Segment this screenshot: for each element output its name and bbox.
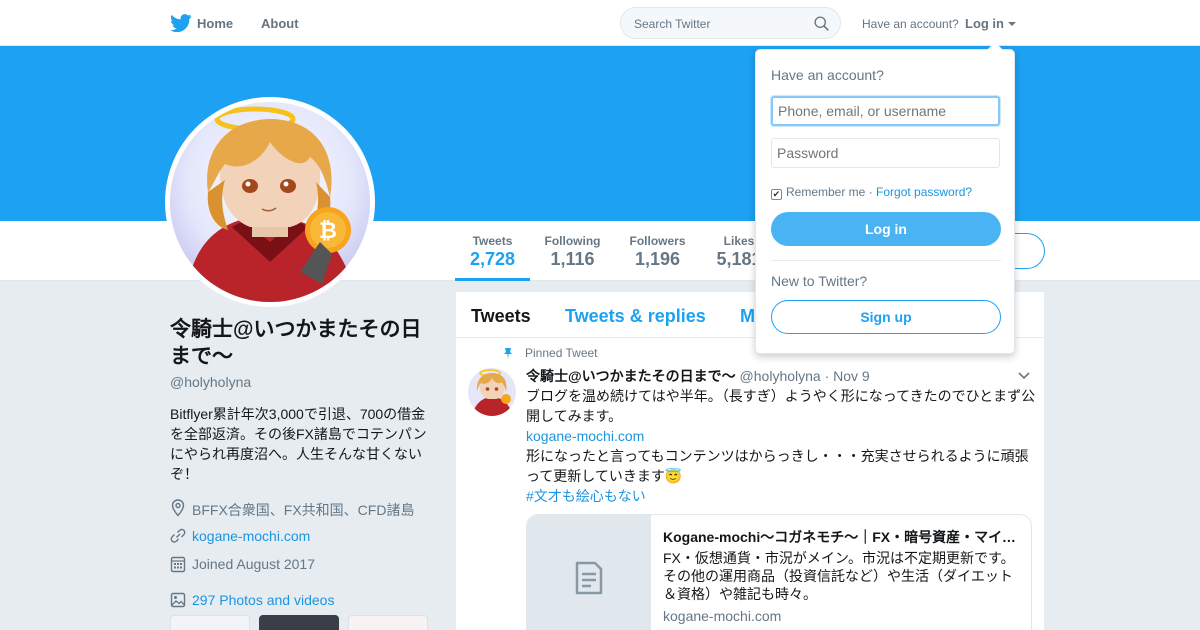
photo-thumbnail[interactable] [170, 615, 250, 630]
tweet-author-handle[interactable]: @holyholyna [740, 368, 821, 384]
tweet-text-line: 形になったと言ってもコンテンツはからっきし・・・充実させられるように頑張って更新… [526, 446, 1036, 486]
remember-me-checkbox[interactable]: ✔ [771, 189, 782, 200]
calendar-icon [170, 556, 186, 573]
new-to-twitter-text: New to Twitter? [771, 273, 868, 289]
avatar-illustration: ₿ [170, 102, 370, 302]
website-link[interactable]: kogane-mochi.com [192, 528, 310, 544]
login-dropdown: Have an account? ✔ Remember me · Forgot p… [755, 42, 1015, 354]
tweet-avatar[interactable] [468, 368, 516, 416]
tab-tweets[interactable]: Tweets [471, 306, 531, 327]
dropdown-title: Have an account? [771, 67, 884, 83]
search-icon[interactable] [813, 15, 830, 32]
tweet-link[interactable]: kogane-mochi.com [526, 426, 1036, 446]
stat-tweets[interactable]: Tweets 2,728 [455, 221, 530, 281]
tab-media[interactable]: M [740, 306, 755, 327]
location-text: BFFX合衆国、FX共和国、CFD諸島 [192, 502, 415, 518]
have-account-text: Have an account? [862, 17, 959, 31]
profile-avatar[interactable]: ₿ [165, 97, 375, 307]
dropdown-divider [771, 260, 1001, 261]
card-image-placeholder [527, 515, 651, 630]
card-title: Kogane-mochi〜コガネモチ〜｜FX・暗号資産・マイナー投資 [663, 529, 1023, 545]
stat-value: 2,728 [469, 249, 516, 269]
stat-label: Following [544, 234, 601, 248]
link-preview-card[interactable]: Kogane-mochi〜コガネモチ〜｜FX・暗号資産・マイナー投資 FX・仮想… [526, 514, 1032, 630]
nav-home-link[interactable]: Home [197, 16, 233, 31]
stat-label: Tweets [472, 234, 513, 248]
top-navigation-bar: Home About Search Twitter Have an accoun… [0, 0, 1200, 46]
tweet-avatar-illustration [468, 368, 516, 416]
username-input[interactable] [771, 96, 1000, 126]
document-icon [575, 561, 603, 595]
remember-me-label[interactable]: Remember me [786, 185, 865, 199]
tweet-date[interactable]: · Nov 9 [825, 368, 870, 384]
pinned-label: Pinned Tweet [525, 346, 598, 360]
tweet-author-name[interactable]: 令騎士@いつかまたその日まで〜 [526, 368, 736, 384]
stat-followers[interactable]: Followers 1,196 [620, 221, 695, 281]
tweet-text: ブログを温め続けてはや半年。（長すぎ）ようやく形になってきたのでひとまず公開して… [526, 386, 1036, 506]
caret-down-icon[interactable] [1008, 22, 1016, 26]
photo-thumbnail[interactable] [259, 615, 339, 630]
profile-name[interactable]: 令騎士@いつかまたその日まで〜 [170, 316, 440, 370]
location-pin-icon [171, 499, 185, 517]
search-input[interactable]: Search Twitter [620, 7, 841, 39]
signup-button[interactable]: Sign up [771, 300, 1001, 334]
photo-thumbnail[interactable] [348, 615, 428, 630]
smiling-halo-emoji-icon: 😇 [664, 468, 683, 484]
link-icon [170, 528, 186, 543]
nav-about-link[interactable]: About [261, 16, 299, 31]
pin-icon [504, 348, 512, 359]
login-dropdown-toggle[interactable]: Log in [965, 16, 1004, 31]
search-placeholder: Search Twitter [634, 17, 711, 31]
tab-tweets-replies[interactable]: Tweets & replies [565, 306, 706, 327]
photos-link[interactable]: 297 Photos and videos [192, 592, 334, 608]
stat-value: 1,196 [634, 249, 681, 269]
forgot-password-link[interactable]: Forgot password? [876, 185, 972, 199]
stat-label: Followers [629, 234, 686, 248]
password-input[interactable] [771, 138, 1000, 168]
tweet-text-span: 形になったと言ってもコンテンツはからっきし・・・充実させられるように頑張って更新… [526, 448, 1029, 484]
photo-icon [170, 592, 186, 608]
separator-dot: · [865, 185, 877, 199]
profile-handle[interactable]: @holyholyna [170, 374, 251, 390]
dropdown-arrow [987, 42, 1003, 50]
remember-me-row: ✔ Remember me · Forgot password? [771, 185, 972, 200]
tweet-header: 令騎士@いつかまたその日まで〜 @holyholyna · Nov 9 [526, 366, 870, 386]
card-description: FX・仮想通貨・市況がメイン。市況は不定期更新です。その他の運用商品（投資信託な… [663, 550, 1015, 602]
tweet-text-line: ブログを温め続けてはや半年。（長すぎ）ようやく形になってきたのでひとまず公開して… [526, 388, 1036, 424]
stat-following[interactable]: Following 1,116 [535, 221, 610, 281]
chevron-down-icon[interactable] [1018, 372, 1030, 380]
svg-text:₿: ₿ [319, 218, 337, 243]
stat-value: 1,116 [550, 249, 595, 269]
twitter-bird-icon[interactable] [170, 14, 192, 32]
card-domain: kogane-mochi.com [663, 608, 782, 624]
tweet-hashtag[interactable]: #文才も絵心もない [526, 486, 1036, 506]
login-button[interactable]: Log in [771, 212, 1001, 246]
joined-text: Joined August 2017 [192, 556, 315, 572]
profile-bio: Bitflyer累計年次3,000で引退、700の借金を全部返済。その後FX諸島… [170, 406, 427, 482]
